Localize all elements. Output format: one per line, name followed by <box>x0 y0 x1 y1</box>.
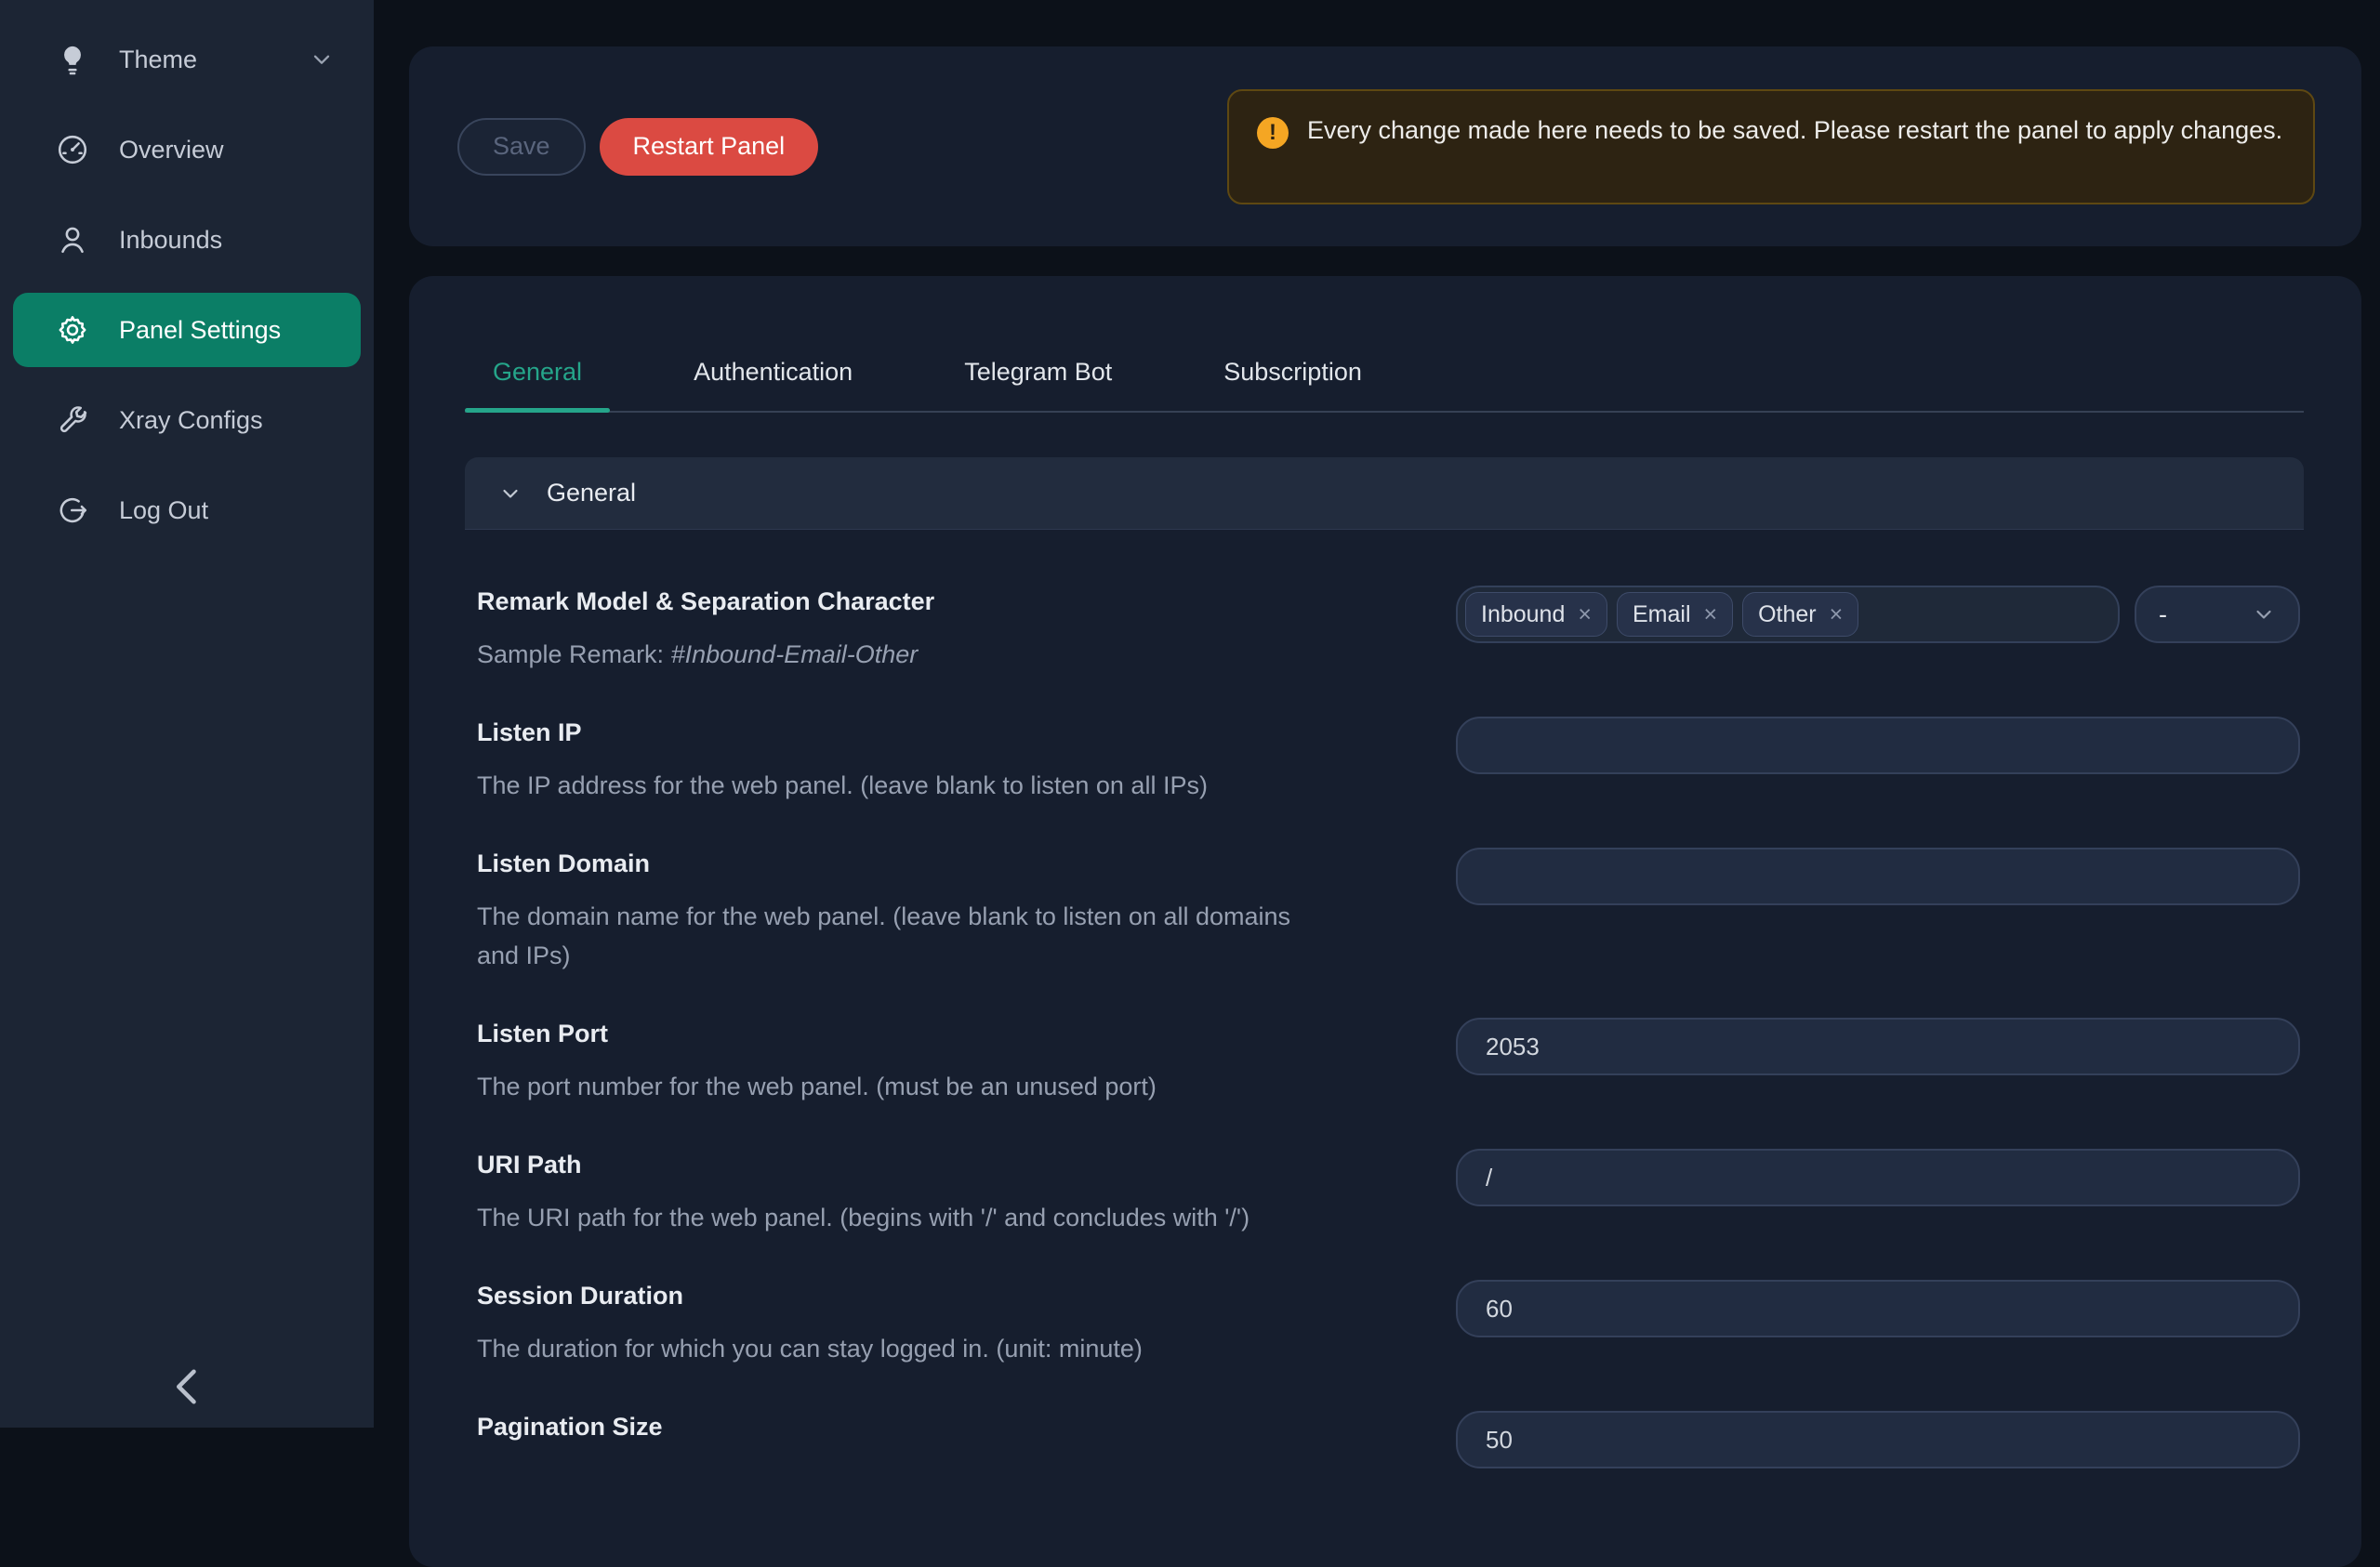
sidebar: Theme Overview Inbounds Panel Settings Xray … <box>0 0 374 1428</box>
separator-select[interactable]: - <box>2135 586 2300 643</box>
tag-label: Email <box>1633 601 1691 628</box>
save-button[interactable]: Save <box>457 118 586 176</box>
tag-label: Inbound <box>1481 601 1565 628</box>
main-content: Save Restart Panel ! Every change made h… <box>374 0 2380 1428</box>
tag-inbound: Inbound × <box>1465 592 1607 637</box>
listen-port-input[interactable] <box>1456 1018 2300 1075</box>
alert-text: Every change made here needs to be saved… <box>1307 112 2282 151</box>
field-info: Remark Model & Separation Character Sampl… <box>477 586 1456 674</box>
chevron-left-icon <box>159 1359 215 1415</box>
field-info: Listen IP The IP address for the web pane… <box>477 717 1456 805</box>
field-control <box>1456 1018 2300 1075</box>
chevron-down-icon <box>309 46 335 72</box>
field-description: The domain name for the web panel. (leav… <box>477 897 1314 975</box>
form-row-session-duration: Session Duration The duration for which y… <box>477 1280 2300 1368</box>
field-info: Pagination Size <box>477 1411 1456 1460</box>
form-row-uri-path: URI Path The URI path for the web panel. … <box>477 1149 2300 1237</box>
field-control <box>1456 717 2300 774</box>
tabs-bar: General Authentication Telegram Bot Subscri… <box>465 276 2304 413</box>
session-duration-input[interactable] <box>1456 1280 2300 1337</box>
settings-card: General Authentication Telegram Bot Subscri… <box>409 276 2361 1567</box>
field-label: Listen Port <box>477 1018 1419 1050</box>
collapse-title: General <box>547 479 636 507</box>
field-description: The port number for the web panel. (must… <box>477 1067 1314 1106</box>
field-description: The IP address for the web panel. (leave… <box>477 766 1314 805</box>
tab-telegram-bot[interactable]: Telegram Bot <box>936 358 1140 411</box>
field-control <box>1456 848 2300 905</box>
tab-general[interactable]: General <box>465 358 610 411</box>
field-info: Listen Domain The domain name for the web… <box>477 848 1456 975</box>
tag-remove-icon[interactable]: × <box>1578 603 1592 626</box>
field-description: Sample Remark: #Inbound-Email-Other <box>477 635 1314 674</box>
field-control <box>1456 1280 2300 1337</box>
sidebar-item-panel-settings[interactable]: Panel Settings <box>13 293 361 367</box>
tag-remove-icon[interactable]: × <box>1830 603 1844 626</box>
uri-path-input[interactable] <box>1456 1149 2300 1206</box>
field-info: Listen Port The port number for the web p… <box>477 1018 1456 1106</box>
general-form: Remark Model & Separation Character Sampl… <box>465 530 2304 1468</box>
toolbar-card: Save Restart Panel ! Every change made h… <box>409 46 2361 246</box>
form-row-listen-domain: Listen Domain The domain name for the web… <box>477 848 2300 975</box>
sidebar-item-label: Panel Settings <box>119 316 281 345</box>
general-collapse: General Remark Model & Separation Charac… <box>465 457 2304 1468</box>
form-row-listen-ip: Listen IP The IP address for the web pane… <box>477 717 2300 805</box>
remark-model-select[interactable]: Inbound × Email × Other × <box>1456 586 2120 643</box>
dashboard-icon <box>56 133 89 166</box>
tab-subscription[interactable]: Subscription <box>1196 358 1390 411</box>
sidebar-nav: Theme Overview Inbounds Panel Settings Xray … <box>0 22 374 563</box>
field-info: Session Duration The duration for which y… <box>477 1280 1456 1368</box>
sidebar-item-label: Xray Configs <box>119 406 263 435</box>
description-prefix: Sample Remark: <box>477 640 671 668</box>
user-icon <box>56 223 89 257</box>
field-description: The duration for which you can stay logg… <box>477 1329 1314 1368</box>
listen-ip-input[interactable] <box>1456 717 2300 774</box>
sidebar-item-label: Theme <box>119 46 197 74</box>
warning-icon: ! <box>1257 117 1289 149</box>
tag-remove-icon[interactable]: × <box>1704 603 1718 626</box>
toolbar-buttons: Save Restart Panel <box>457 118 818 176</box>
field-label: Remark Model & Separation Character <box>477 586 1419 618</box>
restart-warning-alert: ! Every change made here needs to be sav… <box>1227 89 2315 204</box>
gear-icon <box>56 313 89 347</box>
listen-domain-input[interactable] <box>1456 848 2300 905</box>
field-control <box>1456 1149 2300 1206</box>
tag-other: Other × <box>1742 592 1858 637</box>
restart-panel-button[interactable]: Restart Panel <box>600 118 819 176</box>
tag-email: Email × <box>1617 592 1733 637</box>
field-label: Listen Domain <box>477 848 1419 880</box>
sidebar-item-xray-configs[interactable]: Xray Configs <box>13 383 361 457</box>
wrench-icon <box>56 403 89 437</box>
sidebar-item-overview[interactable]: Overview <box>13 112 361 187</box>
form-row-listen-port: Listen Port The port number for the web p… <box>477 1018 2300 1106</box>
form-row-pagination-size: Pagination Size <box>477 1411 2300 1468</box>
field-label: Session Duration <box>477 1280 1419 1312</box>
field-description: The URI path for the web panel. (begins … <box>477 1198 1314 1237</box>
tab-authentication[interactable]: Authentication <box>666 358 880 411</box>
sample-remark-value: #Inbound-Email-Other <box>671 640 919 668</box>
form-row-remark-model-separation-character: Remark Model & Separation Character Sampl… <box>477 586 2300 674</box>
sidebar-collapse-button[interactable] <box>159 1359 215 1415</box>
sidebar-item-label: Inbounds <box>119 226 222 255</box>
field-label: URI Path <box>477 1149 1419 1181</box>
sidebar-item-log-out[interactable]: Log Out <box>13 473 361 547</box>
field-control <box>1456 1411 2300 1468</box>
field-label: Listen IP <box>477 717 1419 749</box>
separator-value: - <box>2159 600 2167 629</box>
field-control: Inbound × Email × Other × - <box>1456 586 2300 643</box>
field-info: URI Path The URI path for the web panel. … <box>477 1149 1456 1237</box>
tag-label: Other <box>1758 601 1817 628</box>
pagination-size-input[interactable] <box>1456 1411 2300 1468</box>
chevron-down-icon <box>498 481 522 506</box>
sidebar-item-theme[interactable]: Theme <box>13 22 361 97</box>
chevron-down-icon <box>2252 602 2276 626</box>
sidebar-item-label: Log Out <box>119 496 208 525</box>
sidebar-item-label: Overview <box>119 136 224 165</box>
logout-icon <box>56 494 89 527</box>
sidebar-item-inbounds[interactable]: Inbounds <box>13 203 361 277</box>
general-collapse-header[interactable]: General <box>465 457 2304 530</box>
bulb-icon <box>56 43 89 76</box>
